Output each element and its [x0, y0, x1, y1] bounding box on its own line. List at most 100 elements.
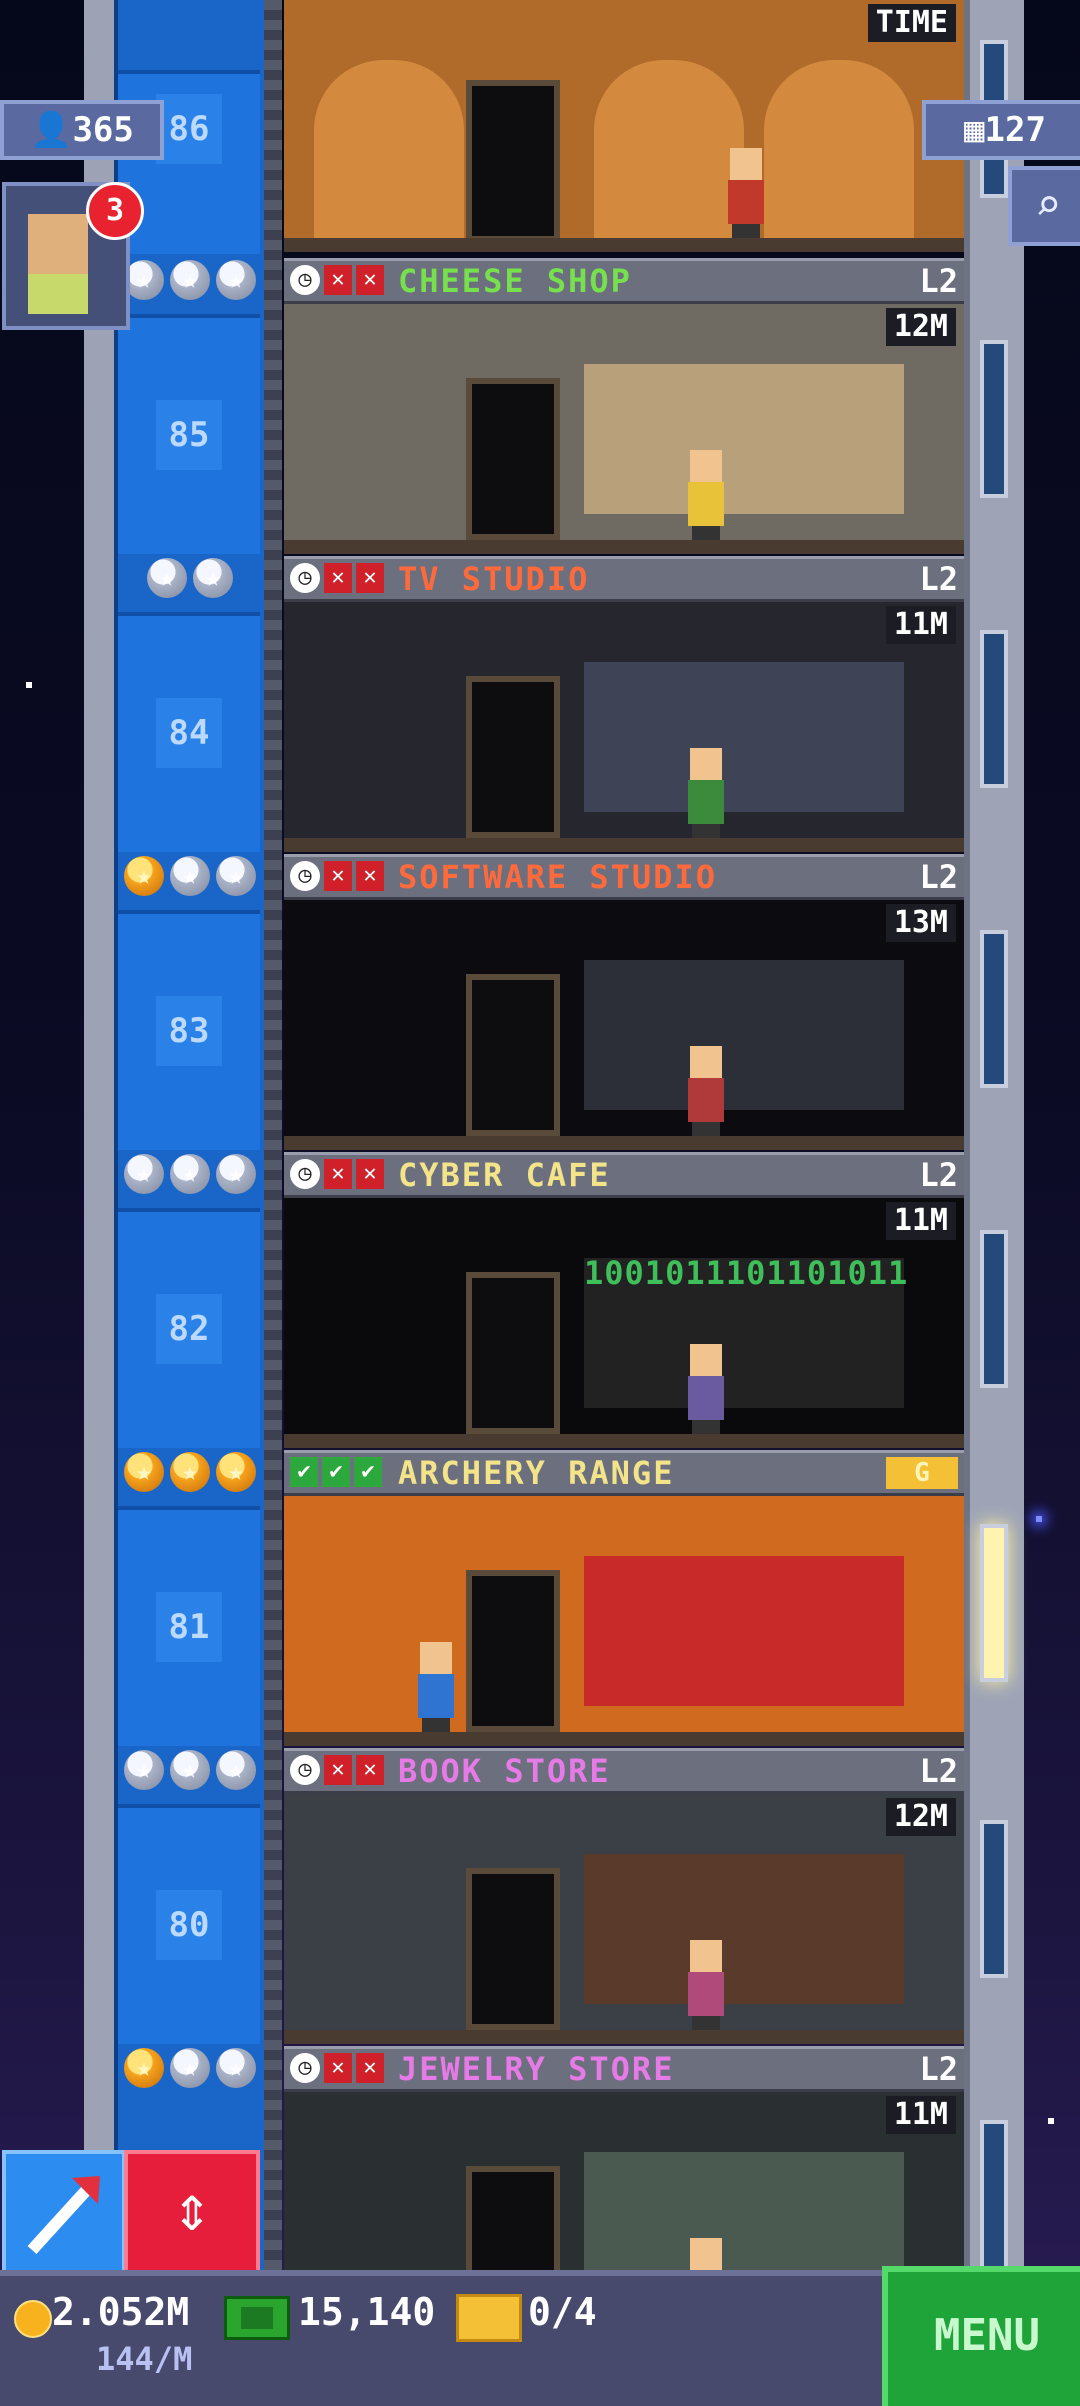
tickets-value[interactable]: 0/4 [528, 2290, 597, 2334]
gold-star-icon [124, 2048, 164, 2088]
star-decoration [1036, 1516, 1042, 1522]
floor-room[interactable]: 11M 1001011101101011 [284, 1198, 964, 1448]
floor-ground [284, 2030, 964, 2044]
population-counter[interactable]: 👤365 [0, 100, 164, 160]
floor-room[interactable]: 13M [284, 900, 964, 1150]
floor-count-badge[interactable]: ▦127 [922, 100, 1080, 160]
floor-room[interactable]: 12M [284, 304, 964, 554]
in-stock-icon: ✔ [290, 1457, 318, 1487]
vip-avatar [28, 214, 88, 274]
floor-name: ARCHERY RANGE [398, 1454, 675, 1492]
build-floor-button[interactable] [2, 2150, 126, 2276]
floor-header-software-studio[interactable]: ◷ ✕ ✕ SOFTWARE STUDIO L2 [284, 854, 964, 900]
floor-name: CHEESE SHOP [398, 262, 632, 300]
bitizen[interactable] [684, 1344, 728, 1434]
floor-rating-stars [120, 854, 260, 898]
tower-window [980, 1820, 1008, 1978]
stock-status: ◷ ✕ ✕ [290, 563, 384, 593]
star-decoration [26, 682, 32, 688]
floor-name: TV STUDIO [398, 560, 590, 598]
silver-star-icon [216, 2048, 256, 2088]
floor-ground [284, 540, 964, 554]
floor-ground [284, 1434, 964, 1448]
floor-header-cheese-shop[interactable]: ◷ ✕ ✕ CHEESE SHOP L2 [284, 258, 964, 304]
stock-status: ◷ ✕ ✕ [290, 265, 384, 295]
floor-header-tv-studio[interactable]: ◷ ✕ ✕ TV STUDIO L2 [284, 556, 964, 602]
floor-room[interactable]: 12M [284, 1794, 964, 2044]
floor-door [466, 1272, 560, 1434]
vip-button[interactable]: 3 [2, 182, 144, 330]
coins-value[interactable]: 2.052M [52, 2290, 189, 2334]
ticket-icon [456, 2294, 522, 2342]
out-of-stock-icon: ✕ [356, 2053, 384, 2083]
floor-count-value: 127 [984, 110, 1046, 150]
elevator-rail [264, 0, 282, 2270]
floor-room-top[interactable]: TIME [284, 0, 964, 252]
bux-icon [224, 2296, 290, 2340]
gold-star-icon [124, 1452, 164, 1492]
elevator-floor-85: 85 [118, 304, 260, 554]
floor-header-cyber-cafe[interactable]: ◷ ✕ ✕ CYBER CAFE L2 [284, 1152, 964, 1198]
tower-window [980, 1230, 1008, 1388]
floor-level: L2 [919, 262, 958, 300]
floor-door [466, 80, 560, 242]
tower-left-wall [84, 0, 118, 2270]
bux-value[interactable]: 15,140 [298, 2290, 435, 2334]
silver-star-icon [124, 1154, 164, 1194]
silver-star-icon [170, 856, 210, 896]
out-of-stock-icon: ✕ [324, 1755, 352, 1785]
search-button[interactable]: ⌕ [1008, 166, 1080, 246]
restock-timer: 13M [885, 904, 956, 942]
floor-level: L2 [919, 1752, 958, 1790]
floor-level: L2 [919, 1156, 958, 1194]
elevator-button[interactable]: ⇕ [124, 2150, 260, 2276]
floor-name: CYBER CAFE [398, 1156, 611, 1194]
floor-number: 83 [156, 996, 222, 1066]
clock-icon: ◷ [290, 265, 320, 295]
stock-status: ◷ ✕ ✕ [290, 2053, 384, 2083]
room-furniture [584, 662, 904, 812]
silver-star-icon [147, 558, 187, 598]
bitizen[interactable] [684, 450, 728, 540]
gold-star-icon [170, 1452, 210, 1492]
silver-star-icon [170, 1750, 210, 1790]
elevator-floor-80: 80 [118, 1794, 260, 2044]
clock-icon: ◷ [290, 563, 320, 593]
out-of-stock-icon: ✕ [356, 265, 384, 295]
in-stock-icon: ✔ [354, 1457, 382, 1487]
vip-body [28, 274, 88, 314]
out-of-stock-icon: ✕ [324, 2053, 352, 2083]
floor-name: SOFTWARE STUDIO [398, 858, 717, 896]
vip-count-badge: 3 [86, 182, 144, 240]
arrow-up-right-icon [27, 2176, 100, 2255]
room-furniture [584, 1556, 904, 1706]
floor-room[interactable]: 11M [284, 602, 964, 852]
bitizen[interactable] [414, 1642, 458, 1732]
out-of-stock-icon: ✕ [356, 563, 384, 593]
bitizen[interactable] [724, 148, 768, 238]
silver-star-icon [216, 1750, 256, 1790]
gold-star-icon [216, 1452, 256, 1492]
floor-header-archery-range[interactable]: ✔ ✔ ✔ ARCHERY RANGE G [284, 1450, 964, 1496]
bitizen[interactable] [684, 748, 728, 838]
arch-decoration [594, 60, 744, 240]
clock-icon: ◷ [290, 861, 320, 891]
out-of-stock-icon: ✕ [324, 265, 352, 295]
floor-room[interactable] [284, 1496, 964, 1746]
menu-button[interactable]: MENU [882, 2266, 1080, 2406]
bitizen[interactable] [684, 1046, 728, 1136]
bitizen[interactable] [684, 1940, 728, 2030]
floor-number: 82 [156, 1294, 222, 1364]
floor-header-jewelry-store[interactable]: ◷ ✕ ✕ JEWELRY STORE L2 [284, 2046, 964, 2092]
silver-star-icon [216, 856, 256, 896]
floor-rating-stars [120, 556, 260, 600]
out-of-stock-icon: ✕ [356, 1159, 384, 1189]
floor-rating-stars [120, 258, 260, 302]
tower-window [980, 340, 1008, 498]
floor-door [466, 974, 560, 1136]
floor-header-book-store[interactable]: ◷ ✕ ✕ BOOK STORE L2 [284, 1748, 964, 1794]
elevator-floor-81: 81 [118, 1496, 260, 1746]
floor-number: 84 [156, 698, 222, 768]
clock-icon: ◷ [290, 1159, 320, 1189]
clock-icon: ◷ [290, 2053, 320, 2083]
